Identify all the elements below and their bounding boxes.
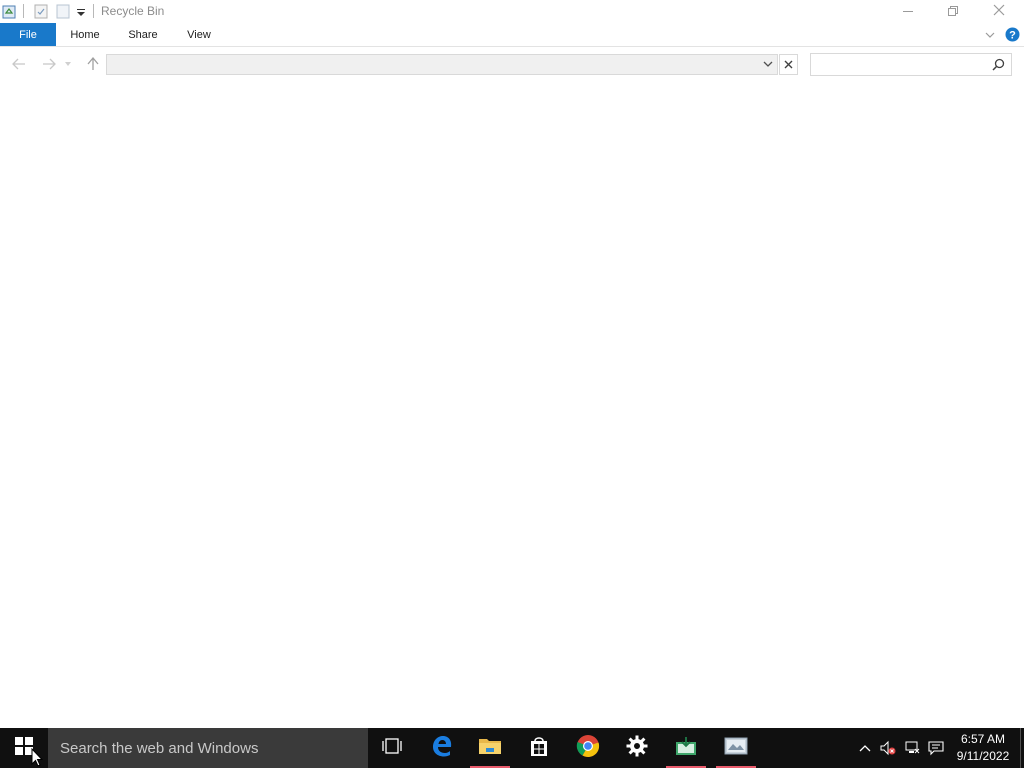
minimize-icon xyxy=(903,3,913,21)
recent-locations-icon[interactable] xyxy=(63,55,73,73)
store-icon xyxy=(528,735,550,762)
help-icon[interactable]: ? xyxy=(1005,27,1020,47)
show-hidden-icons-icon[interactable] xyxy=(857,740,873,756)
clock-date: 9/11/2022 xyxy=(956,749,1010,763)
restore-icon xyxy=(948,3,958,21)
taskbar: Search the web and Windows 6:57 AM 9/11/… xyxy=(0,728,1024,768)
tab-home[interactable]: Home xyxy=(60,23,110,46)
close-icon xyxy=(784,56,793,74)
task-view-icon xyxy=(382,737,402,759)
properties-icon[interactable] xyxy=(34,4,48,19)
edge-button[interactable] xyxy=(418,728,466,768)
restore-button[interactable] xyxy=(930,0,976,23)
back-arrow-icon[interactable] xyxy=(10,55,28,73)
title-separator xyxy=(93,4,94,18)
customize-dropdown-icon[interactable] xyxy=(76,4,90,19)
settings-icon xyxy=(626,735,648,762)
photo-app-button[interactable] xyxy=(712,728,760,768)
app-icon xyxy=(675,736,697,761)
search-input[interactable] xyxy=(810,53,1012,76)
action-center-icon[interactable] xyxy=(928,740,944,756)
title-bar: Recycle Bin xyxy=(0,0,1024,23)
app-button[interactable] xyxy=(662,728,710,768)
navigation-bar xyxy=(0,47,1024,83)
network-icon[interactable] xyxy=(904,740,920,756)
up-arrow-icon[interactable] xyxy=(84,55,102,73)
clock-time: 6:57 AM xyxy=(960,732,1006,746)
settings-button[interactable] xyxy=(613,728,661,768)
file-explorer-button[interactable] xyxy=(466,728,514,768)
mouse-cursor-icon xyxy=(31,747,44,772)
title-separator xyxy=(23,4,24,18)
minimize-button[interactable] xyxy=(885,0,931,23)
photo-app-icon xyxy=(724,736,748,761)
window-title: Recycle Bin xyxy=(101,4,165,18)
tab-share[interactable]: Share xyxy=(118,23,168,46)
address-bar[interactable] xyxy=(106,54,778,75)
forward-arrow-icon[interactable] xyxy=(40,55,58,73)
clock[interactable]: 6:57 AM 9/11/2022 xyxy=(952,731,1014,765)
svg-text:?: ? xyxy=(1009,30,1016,42)
expand-ribbon-icon[interactable] xyxy=(984,28,996,46)
show-desktop-button[interactable] xyxy=(1020,728,1024,768)
search-icon xyxy=(992,58,1005,76)
ribbon-tabs: File Home Share View ? xyxy=(0,23,1024,47)
taskbar-search-box[interactable]: Search the web and Windows xyxy=(48,728,368,768)
tab-file[interactable]: File xyxy=(0,23,56,46)
close-icon xyxy=(993,3,1005,21)
taskbar-search-placeholder: Search the web and Windows xyxy=(60,740,259,757)
store-button[interactable] xyxy=(515,728,563,768)
file-list-area[interactable] xyxy=(0,83,1024,728)
close-button[interactable] xyxy=(976,0,1022,23)
chrome-icon xyxy=(576,734,600,763)
recycle-bin-icon[interactable] xyxy=(2,4,16,19)
chrome-button[interactable] xyxy=(564,728,612,768)
edge-icon xyxy=(430,734,454,763)
tab-view[interactable]: View xyxy=(176,23,222,46)
volume-muted-icon[interactable] xyxy=(880,740,896,756)
file-explorer-icon xyxy=(478,736,502,761)
clear-address-button[interactable] xyxy=(779,54,798,75)
address-dropdown-icon[interactable] xyxy=(758,55,777,74)
new-folder-icon[interactable] xyxy=(56,4,70,19)
task-view-button[interactable] xyxy=(368,728,416,768)
